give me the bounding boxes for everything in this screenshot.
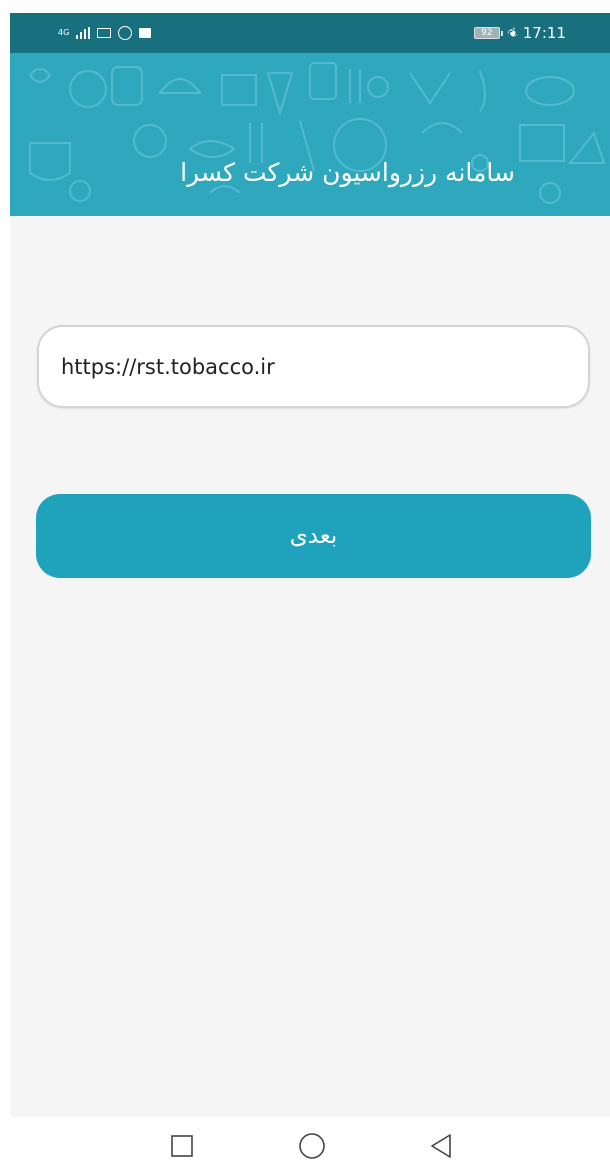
recent-apps-icon[interactable] (167, 1131, 197, 1161)
home-icon[interactable] (297, 1131, 327, 1161)
whatsapp-icon (118, 26, 133, 40)
status-right: 92 ❦ 17:11 (473, 23, 566, 43)
battery-tip (500, 30, 503, 36)
header-title: سامانه رزرواسیون شرکت کسرا (180, 158, 515, 187)
back-icon[interactable] (426, 1131, 456, 1161)
status-left: 4G (58, 23, 152, 43)
server-url-input[interactable] (37, 325, 590, 408)
app-screen: 4G 92 ❦ 17:11 سامانه رزرواسیون شرکت کسرا… (10, 13, 610, 1172)
battery-level: 92 (480, 28, 493, 38)
status-time: 17:11 (522, 24, 566, 42)
screen-cast-icon (97, 28, 112, 38)
status-bar: 4G 92 ❦ 17:11 (10, 13, 610, 53)
signal-icon (76, 27, 91, 39)
network-type-label: 4G (58, 28, 70, 37)
message-icon (139, 28, 152, 38)
battery-icon: 92 (473, 27, 500, 39)
food-pattern-background (28, 62, 606, 204)
next-button[interactable]: بعدی (36, 494, 591, 578)
app-header: سامانه رزرواسیون شرکت کسرا (10, 53, 610, 216)
navigation-bar (10, 1117, 610, 1172)
battery-saver-icon: ❦ (504, 24, 521, 42)
